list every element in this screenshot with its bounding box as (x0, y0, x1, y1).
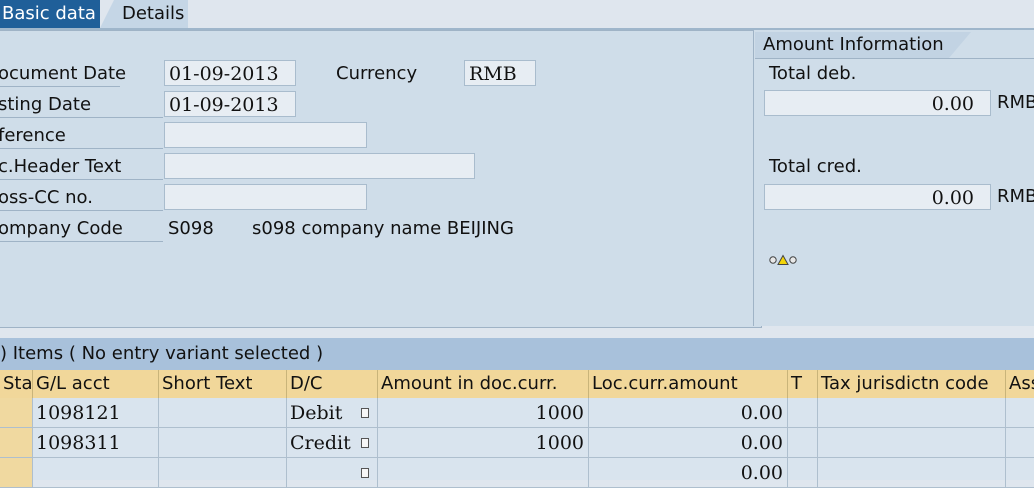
amount-information-title: Amount Information (755, 32, 971, 58)
posting-date-label: sting Date (0, 93, 163, 118)
total-debit-unit: RMB (997, 92, 1034, 113)
currency-field[interactable]: RMB (464, 60, 536, 86)
tax-cell[interactable] (788, 428, 818, 458)
posting-date-field[interactable]: 01-09-2013 (164, 91, 296, 117)
tab-details[interactable]: Details (100, 0, 188, 28)
total-credit-unit: RMB (997, 186, 1034, 207)
dropdown-list-icon[interactable] (361, 408, 369, 418)
reference-field[interactable] (164, 122, 367, 148)
assignment-cell[interactable] (1006, 398, 1034, 428)
col-header-tax-jurisdiction[interactable]: Tax jurisdictn code (818, 370, 1006, 398)
col-header-amount-doc[interactable]: Amount in doc.curr. (378, 370, 589, 398)
tax-cell[interactable] (788, 458, 818, 488)
col-header-amount-loc[interactable]: Loc.curr.amount (589, 370, 788, 398)
col-header-gl-acct[interactable]: G/L acct (33, 370, 159, 398)
traffic-light-icon (769, 254, 797, 265)
col-header-dc[interactable]: D/C (287, 370, 378, 398)
gl-acct-cell[interactable] (33, 458, 159, 488)
company-code-value: S098 (168, 218, 214, 239)
reference-label: ference (0, 124, 163, 149)
dropdown-list-icon[interactable] (361, 438, 369, 448)
amount-doc-cell[interactable] (378, 458, 589, 488)
col-header-tax[interactable]: T (788, 370, 818, 398)
amount-loc-cell: 0.00 (589, 458, 788, 488)
gl-acct-cell[interactable]: 1098121 (33, 398, 159, 428)
dropdown-list-icon[interactable] (361, 468, 369, 478)
doc-header-text-label: c.Header Text (0, 155, 163, 180)
cross-cc-label: oss-CC no. (0, 186, 163, 211)
amount-doc-cell[interactable]: 1000 (378, 428, 589, 458)
tax-jurisdiction-cell[interactable] (818, 458, 1006, 488)
currency-label: Currency (336, 63, 418, 84)
amount-loc-cell: 0.00 (589, 428, 788, 458)
col-header-short-text[interactable]: Short Text (159, 370, 287, 398)
row-selector[interactable] (0, 398, 33, 428)
tab-basic-data[interactable]: Basic data (0, 0, 100, 28)
col-header-assignment[interactable]: Ass (1006, 370, 1034, 398)
short-text-cell[interactable] (159, 398, 287, 428)
tax-cell[interactable] (788, 398, 818, 428)
company-name: s098 company name BEIJING (252, 218, 514, 239)
total-credit-label: Total cred. (769, 156, 862, 177)
row-selector[interactable] (0, 458, 33, 488)
gl-acct-cell[interactable]: 1098311 (33, 428, 159, 458)
row-selector[interactable] (0, 428, 33, 458)
total-debit-field: 0.00 (764, 90, 991, 116)
assignment-cell[interactable] (1006, 428, 1034, 458)
short-text-cell[interactable] (159, 428, 287, 458)
tax-jurisdiction-cell[interactable] (818, 428, 1006, 458)
assignment-cell[interactable] (1006, 458, 1034, 488)
col-header-status[interactable]: Sta (0, 370, 33, 398)
document-date-field[interactable]: 01-09-2013 (164, 60, 296, 86)
total-credit-field: 0.00 (764, 184, 991, 210)
doc-header-text-field[interactable] (164, 153, 475, 179)
tax-jurisdiction-cell[interactable] (818, 398, 1006, 428)
amount-doc-cell[interactable]: 1000 (378, 398, 589, 428)
document-date-label: ocument Date (0, 62, 126, 87)
short-text-cell[interactable] (159, 458, 287, 488)
items-table-title: ) Items ( No entry variant selected ) (0, 338, 1034, 370)
cross-cc-field[interactable] (164, 184, 367, 210)
amount-loc-cell: 0.00 (589, 398, 788, 428)
amount-title-divider (755, 58, 1034, 59)
total-debit-label: Total deb. (769, 63, 857, 84)
company-code-label: ompany Code (0, 217, 163, 242)
